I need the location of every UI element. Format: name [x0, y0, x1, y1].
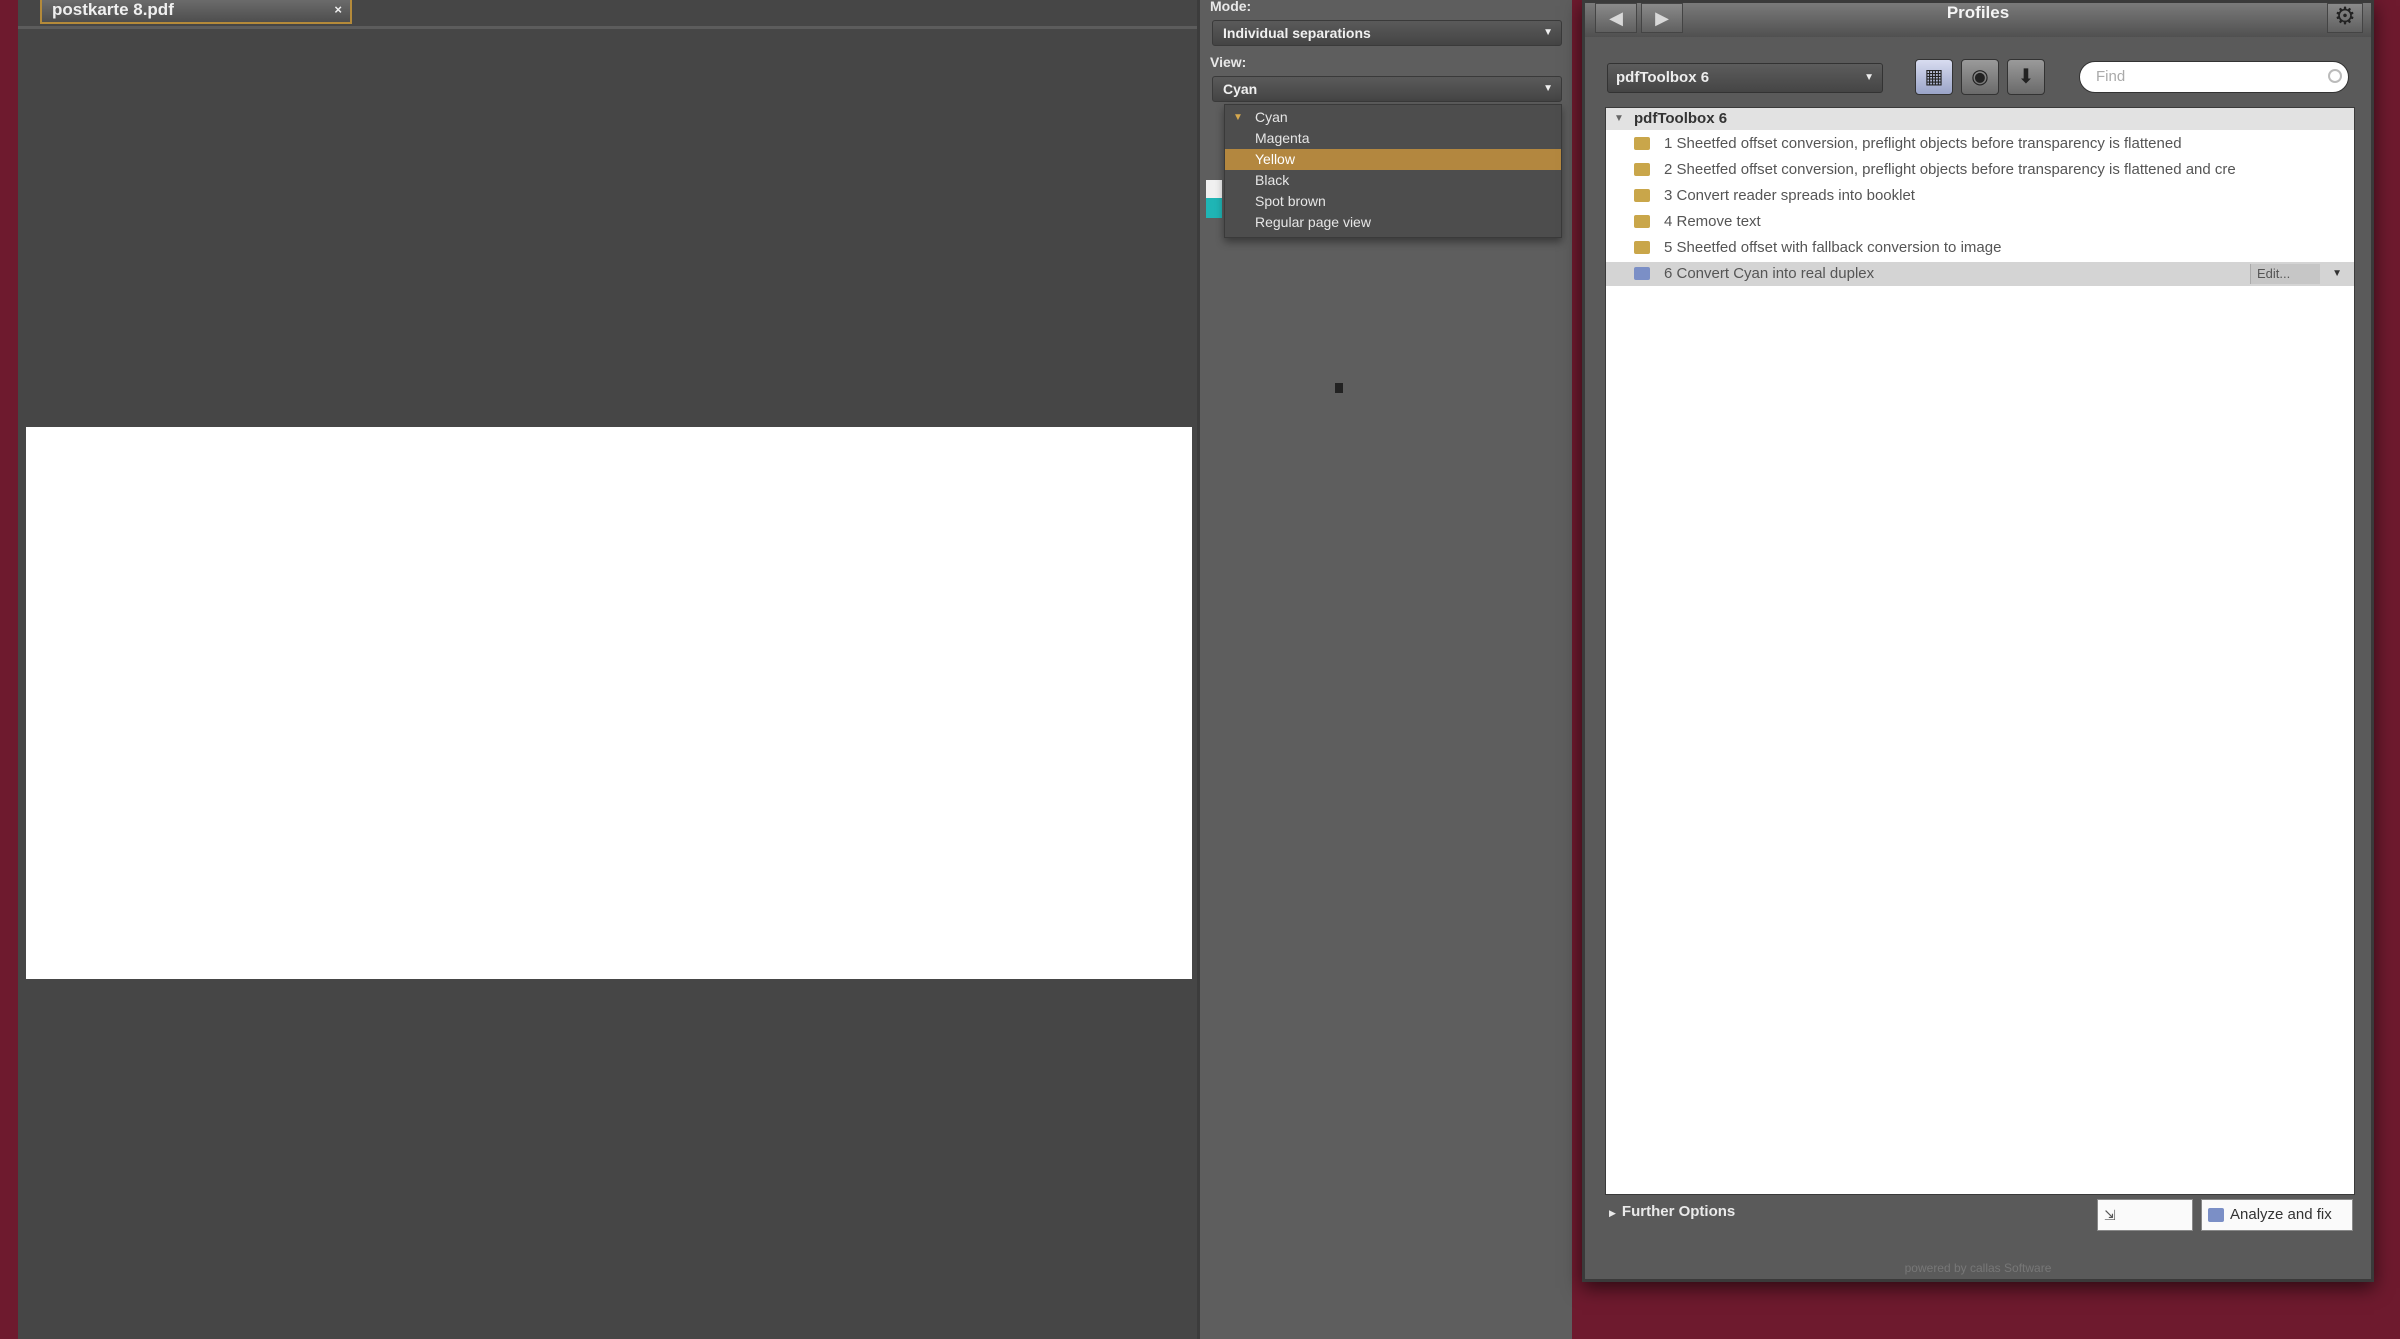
- disclosure-triangle-icon: ▶: [1609, 1208, 1616, 1218]
- profile-list: ▼ pdfToolbox 6 1 Sheetfed offset convers…: [1605, 107, 2355, 1195]
- output-preview-panel: Mode: Individual separations ▼ View: Cya…: [1197, 0, 1572, 1339]
- view-dropdown-menu: ▼ Cyan Magenta Yellow Black Spot brown R…: [1224, 104, 1562, 238]
- mode-select[interactable]: Individual separations ▼: [1212, 20, 1562, 46]
- gear-icon[interactable]: ⚙: [2327, 3, 2363, 33]
- profiles-view-button[interactable]: ▦: [1915, 59, 1953, 95]
- profile-row[interactable]: 4 Remove text: [1606, 210, 2354, 234]
- folder-icon: [1634, 241, 1650, 254]
- menu-item-black[interactable]: Black: [1225, 170, 1561, 191]
- folder-icon: [1634, 137, 1650, 150]
- pdf-page[interactable]: [26, 427, 1192, 979]
- clear-search-icon[interactable]: [2328, 69, 2342, 83]
- view-select-value: Cyan: [1223, 81, 1258, 97]
- menu-item-regular-page-view[interactable]: Regular page view: [1225, 212, 1561, 233]
- group-row[interactable]: ▼ pdfToolbox 6: [1606, 108, 2354, 130]
- fixups-view-button[interactable]: ⬇: [2007, 59, 2045, 95]
- profile-row[interactable]: 2 Sheetfed offset conversion, preflight …: [1606, 158, 2354, 182]
- chevron-down-icon: ▼: [1543, 83, 1553, 94]
- view-select[interactable]: Cyan ▼: [1212, 76, 1562, 102]
- document-viewer: postkarte 8.pdf ×: [18, 0, 1198, 1339]
- chevron-down-icon: ▼: [1864, 72, 1874, 83]
- menu-item-cyan[interactable]: ▼ Cyan: [1225, 107, 1561, 128]
- profile-icon: [2208, 1208, 2224, 1222]
- profile-row[interactable]: 5 Sheetfed offset with fallback conversi…: [1606, 236, 2354, 260]
- color-swatch: [1206, 180, 1222, 218]
- footer-text: powered by callas Software: [1904, 1261, 2052, 1275]
- mode-label: Mode:: [1210, 0, 1252, 14]
- menu-item-yellow[interactable]: Yellow: [1225, 149, 1561, 170]
- disclosure-triangle-icon[interactable]: ▼: [1614, 108, 1624, 130]
- close-icon[interactable]: ×: [334, 0, 342, 20]
- document-divider: [18, 26, 1198, 29]
- titlebar: ◀ ▶ Profiles ⚙: [1585, 3, 2371, 37]
- folder-icon: [1634, 215, 1650, 228]
- folder-icon: [1634, 189, 1650, 202]
- profiles-window: ◀ ▶ Profiles ⚙ pdfToolbox 6 ▼ ▦ ◉ ⬇ Find…: [1582, 0, 2374, 1282]
- swatch-paper: [1206, 180, 1222, 198]
- swatch-cyan: [1206, 198, 1222, 218]
- checkmark-icon: ▼: [1233, 112, 1243, 123]
- analyze-and-fix-button[interactable]: Analyze and fix: [2201, 1199, 2353, 1231]
- checks-view-button[interactable]: ◉: [1961, 59, 1999, 95]
- window-title: Profiles: [1946, 3, 2010, 22]
- profile-row[interactable]: 1 Sheetfed offset conversion, preflight …: [1606, 132, 2354, 156]
- chevron-down-icon: ▼: [1543, 27, 1553, 38]
- further-options-toggle[interactable]: ▶ Further Options: [1609, 1203, 1735, 1220]
- search-input[interactable]: Find: [2079, 61, 2349, 93]
- document-tab[interactable]: postkarte 8.pdf ×: [40, 0, 352, 24]
- chevron-down-icon[interactable]: ▼: [2332, 262, 2342, 286]
- mouse-cursor-icon: [1335, 383, 1343, 393]
- profile-row[interactable]: 3 Convert reader spreads into booklet: [1606, 184, 2354, 208]
- profile-row-selected[interactable]: 6 Convert Cyan into real duplex Edit... …: [1606, 262, 2354, 286]
- mode-select-value: Individual separations: [1223, 25, 1371, 41]
- menu-item-magenta[interactable]: Magenta: [1225, 128, 1561, 149]
- folder-icon: [1634, 163, 1650, 176]
- edit-button[interactable]: Edit...: [2250, 264, 2320, 284]
- profile-icon: [1634, 267, 1650, 280]
- menu-item-spot-brown[interactable]: Spot brown: [1225, 191, 1561, 212]
- view-label: View:: [1210, 54, 1247, 70]
- library-select[interactable]: pdfToolbox 6 ▼: [1607, 63, 1883, 93]
- document-tab-title: postkarte 8.pdf: [52, 0, 174, 19]
- options-button[interactable]: ⇲: [2097, 1199, 2193, 1231]
